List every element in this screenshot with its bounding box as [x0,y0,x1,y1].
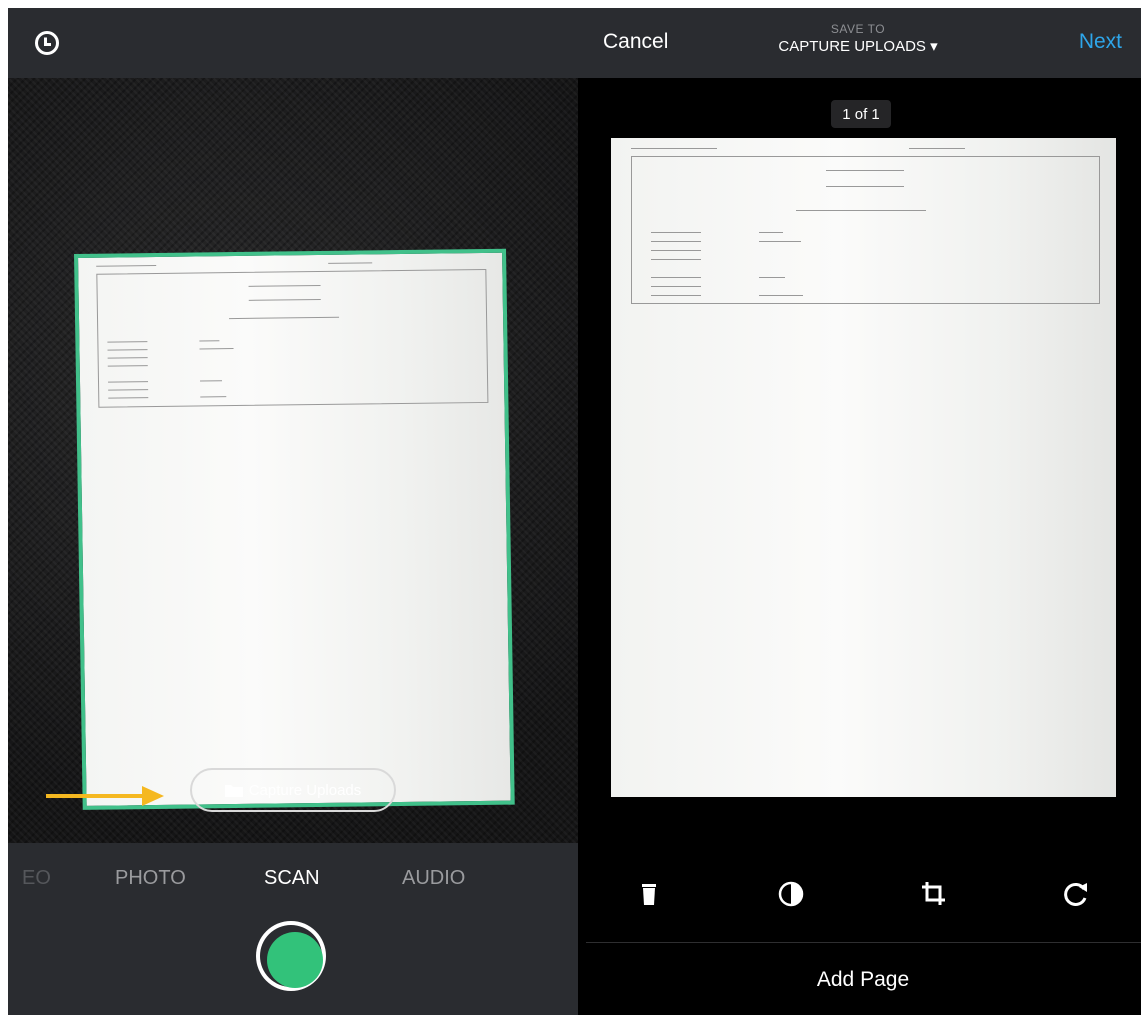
crop-icon [922,882,945,905]
folder-icon [224,784,243,797]
mode-audio-tab[interactable]: AUDIO [402,867,465,890]
save-to-destination: CAPTURE UPLOADS ▾ [778,38,938,55]
next-button[interactable]: Next [1079,30,1122,54]
edit-toolbar [578,878,1141,928]
scanned-page-preview[interactable] [611,138,1116,797]
add-page-button[interactable]: Add Page [578,968,1141,992]
contrast-button[interactable] [775,878,807,910]
clock-history-icon[interactable] [34,30,60,56]
destination-pill-label: Capture Uploads [248,781,362,799]
pointer-arrow-icon [46,786,164,806]
delete-page-button[interactable] [633,878,665,910]
page-counter: 1 of 1 [831,100,891,128]
cancel-button[interactable]: Cancel [603,30,668,54]
toolbar-divider [586,942,1141,943]
crop-button[interactable] [918,878,950,910]
camera-panel: Capture Uploads EO PHOTO SCAN AUDIO [8,8,578,1015]
trash-icon [642,884,656,905]
shutter-button[interactable] [256,921,326,991]
review-top-bar: Cancel SAVE TO CAPTURE UPLOADS ▾ Next [578,8,1141,78]
save-to-selector[interactable]: SAVE TO CAPTURE UPLOADS ▾ [758,22,958,55]
rotate-button[interactable] [1060,878,1092,910]
detected-document [74,248,515,810]
camera-bottom-bar: EO PHOTO SCAN AUDIO [8,843,578,1015]
mode-photo-tab[interactable]: PHOTO [115,867,186,890]
save-to-label: SAVE TO [830,22,886,36]
mode-video-tab[interactable]: EO [22,867,51,890]
camera-viewfinder[interactable]: Capture Uploads [8,78,578,843]
contrast-icon [778,881,804,907]
review-panel: Cancel SAVE TO CAPTURE UPLOADS ▾ Next 1 … [578,8,1141,1015]
rotate-icon [1064,882,1087,906]
camera-top-bar [8,8,578,78]
mode-scan-tab[interactable]: SCAN [264,867,320,890]
destination-pill-button[interactable]: Capture Uploads [190,768,396,812]
